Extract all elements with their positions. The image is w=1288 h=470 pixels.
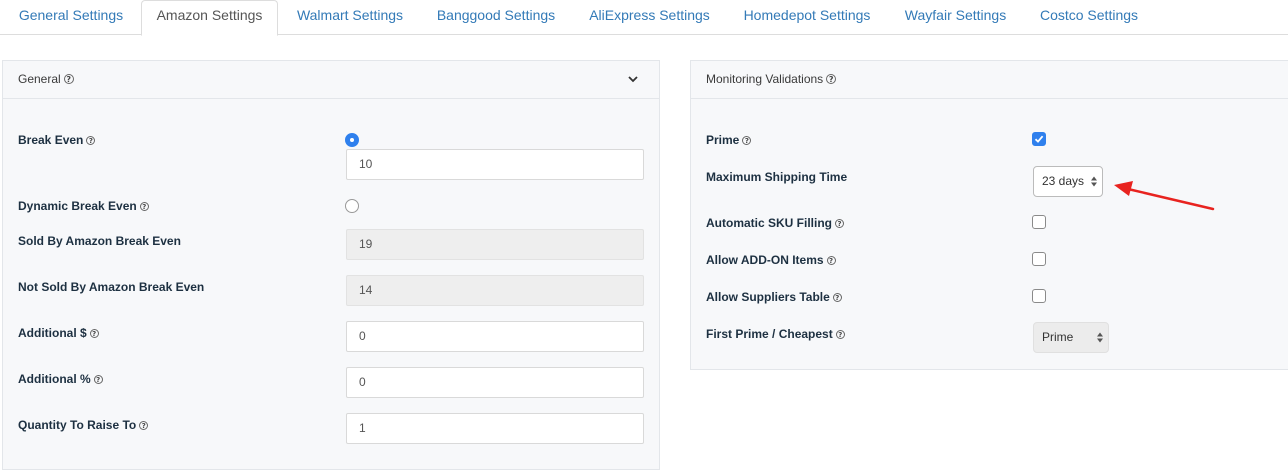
first-prime-select[interactable]: Prime <box>1033 322 1109 353</box>
monitoring-panel: Monitoring Validations? <box>690 60 1288 370</box>
quantity-raise-text: Quantity To Raise To <box>18 418 137 432</box>
quantity-raise-label: Quantity To Raise To? <box>18 418 149 432</box>
checkmark-icon <box>1034 135 1044 143</box>
panel-title: Monitoring Validations? <box>706 72 837 86</box>
help-icon[interactable]: ? <box>63 74 74 84</box>
tab-costco-settings[interactable]: Costco Settings <box>1039 0 1139 35</box>
prime-label: Prime? <box>706 133 752 147</box>
help-icon[interactable]: ? <box>139 421 149 430</box>
tab-label: Homedepot Settings <box>743 7 871 23</box>
suppliers-table-label: Allow Suppliers Table? <box>706 290 842 304</box>
max-shipping-label: Maximum Shipping Time <box>706 170 848 184</box>
updown-arrows-icon <box>1097 332 1103 343</box>
tab-label: Amazon Settings <box>156 7 263 23</box>
help-icon[interactable]: ? <box>835 219 844 228</box>
panel-title: General? <box>18 72 74 86</box>
tab-banggood-settings[interactable]: Banggood Settings <box>436 0 556 35</box>
help-icon[interactable]: ? <box>139 202 149 211</box>
tab-label: AliExpress Settings <box>589 7 710 23</box>
tab-label: Banggood Settings <box>436 7 556 23</box>
tab-aliexpress-settings[interactable]: AliExpress Settings <box>588 0 711 35</box>
help-icon[interactable]: ? <box>826 256 836 265</box>
additional-dollar-text: Additional $ <box>18 326 87 340</box>
help-icon[interactable]: ? <box>826 74 837 84</box>
break-even-label: Break Even? <box>18 133 96 147</box>
first-prime-text: First Prime / Cheapest <box>706 327 833 341</box>
general-panel: General? <box>2 60 660 470</box>
prime-checkbox[interactable] <box>1032 132 1046 146</box>
annotation-arrow-icon <box>1114 181 1215 211</box>
break-even-input[interactable]: 10 <box>346 149 644 180</box>
tab-homedepot-settings[interactable]: Homedepot Settings <box>743 0 871 35</box>
updown-arrows-icon <box>1091 176 1097 187</box>
break-even-text: Break Even <box>18 133 84 147</box>
dynamic-break-even-text: Dynamic Break Even <box>18 199 137 213</box>
auto-sku-text: Automatic SKU Filling <box>706 216 832 230</box>
help-icon[interactable]: ? <box>742 136 752 145</box>
additional-percent-input[interactable]: 0 <box>346 367 644 398</box>
suppliers-table-text: Allow Suppliers Table <box>706 290 830 304</box>
addon-label: Allow ADD-ON Items? <box>706 253 836 267</box>
max-shipping-select[interactable]: 23 days <box>1033 166 1103 197</box>
additional-percent-text: Additional % <box>18 372 91 386</box>
tab-amazon-settings[interactable]: Amazon Settings <box>141 0 278 36</box>
not-sold-by-amazon-label: Not Sold By Amazon Break Even <box>18 280 205 294</box>
first-prime-label: First Prime / Cheapest? <box>706 327 845 341</box>
help-icon[interactable]: ? <box>86 136 96 145</box>
help-icon[interactable]: ? <box>89 329 99 338</box>
tab-label: General Settings <box>18 7 124 23</box>
tab-general-settings[interactable]: General Settings <box>18 0 124 35</box>
chevron-down-icon[interactable] <box>627 73 639 85</box>
suppliers-table-checkbox[interactable] <box>1032 289 1046 303</box>
general-panel-header[interactable]: General? <box>3 61 659 99</box>
monitoring-panel-header: Monitoring Validations? <box>691 61 1288 99</box>
tab-label: Wayfair Settings <box>904 7 1007 23</box>
general-title: General <box>18 72 61 86</box>
auto-sku-checkbox[interactable] <box>1032 215 1046 229</box>
additional-dollar-label: Additional $? <box>18 326 99 340</box>
max-shipping-value: 23 days <box>1042 174 1085 188</box>
tab-label: Costco Settings <box>1039 7 1139 23</box>
not-sold-by-amazon-input: 14 <box>346 275 644 306</box>
additional-percent-label: Additional %? <box>18 372 103 386</box>
addon-text: Allow ADD-ON Items <box>706 253 824 267</box>
sold-by-amazon-input: 19 <box>346 229 644 260</box>
sold-by-amazon-label: Sold By Amazon Break Even <box>18 234 181 248</box>
tab-wayfair-settings[interactable]: Wayfair Settings <box>904 0 1007 35</box>
settings-tabs: General Settings Amazon Settings Walmart… <box>0 0 1288 36</box>
break-even-radio[interactable] <box>345 133 359 147</box>
help-icon[interactable]: ? <box>835 330 845 339</box>
tab-walmart-settings[interactable]: Walmart Settings <box>296 0 404 35</box>
first-prime-value: Prime <box>1042 330 1074 344</box>
help-icon[interactable]: ? <box>832 293 842 302</box>
dynamic-break-even-label: Dynamic Break Even? <box>18 199 149 213</box>
tab-label: Walmart Settings <box>296 7 404 23</box>
quantity-raise-input[interactable]: 1 <box>346 413 644 444</box>
monitoring-title: Monitoring Validations <box>706 72 824 86</box>
dynamic-break-even-radio[interactable] <box>345 199 359 213</box>
help-icon[interactable]: ? <box>93 375 103 384</box>
additional-dollar-input[interactable]: 0 <box>346 321 644 352</box>
auto-sku-label: Automatic SKU Filling? <box>706 216 844 230</box>
addon-checkbox[interactable] <box>1032 252 1046 266</box>
prime-text: Prime <box>706 133 740 147</box>
